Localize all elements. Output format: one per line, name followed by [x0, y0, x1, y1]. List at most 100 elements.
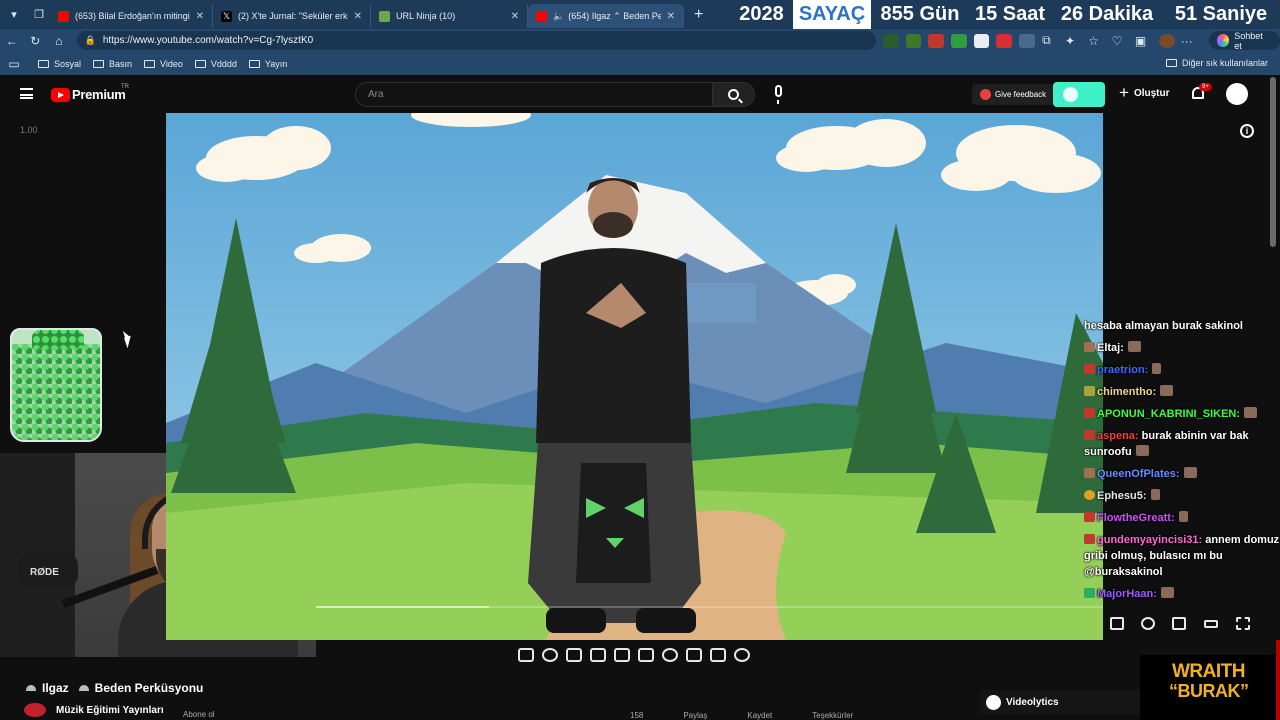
speaker-icon[interactable]: 🔈 — [553, 11, 564, 22]
picture-in-picture-icon[interactable] — [614, 648, 630, 662]
chat-message: QueenOfPlates: — [1083, 466, 1280, 482]
extensions-puzzle-icon[interactable]: ✦ — [1058, 34, 1082, 48]
subscribe-button[interactable]: Abone ol — [183, 710, 215, 719]
bookmark-folder[interactable]: Sosyal — [38, 59, 81, 69]
url-field[interactable]: 🔒 https://www.youtube.com/watch?v=Cg-7ly… — [76, 31, 876, 50]
favorites-star-icon[interactable]: ☆ — [1082, 34, 1106, 48]
videolytics-widget[interactable]: Videolytics — [980, 690, 1140, 714]
theater-mode-icon[interactable] — [1204, 620, 1218, 628]
extension-icon[interactable] — [928, 33, 944, 48]
home-icon[interactable]: ⌂ — [47, 34, 71, 48]
channel-name[interactable]: Müzik Eğitimi Yayınları — [56, 705, 164, 716]
browser-tab-1[interactable]: (653) Bilal Erdoğan'ın mitingine ka ✕ — [50, 4, 213, 28]
extension-icon[interactable] — [996, 33, 1012, 48]
extension-icon[interactable] — [973, 33, 990, 48]
extension-icon[interactable] — [950, 33, 967, 48]
video-title-part: Beden Perküsyonu — [94, 681, 204, 695]
chat-emote-icon — [1178, 511, 1188, 522]
more-menu-icon[interactable]: ··· — [1175, 34, 1199, 48]
video-progress-bar[interactable] — [316, 606, 1103, 608]
browser-tab-2[interactable]: 𝕏 (2) X'te Jurnal: "Seküler erkek ✕ — [213, 4, 371, 28]
extension-icon[interactable] — [1019, 33, 1035, 48]
browser-tab-4-active[interactable]: 🔈 (654) Ilgaz ⌃ Beden Perk ✕ — [528, 4, 684, 28]
split-screen-icon[interactable]: ⧉ — [1035, 33, 1059, 48]
browser-essentials-icon[interactable]: ♡ — [1105, 34, 1129, 48]
videolytics-label: Videolytics — [1006, 696, 1059, 708]
like-button[interactable]: 158 — [630, 711, 643, 720]
video-title-part: Ilgaz — [42, 681, 69, 695]
info-icon[interactable]: i — [1240, 124, 1254, 138]
profile-avatar[interactable] — [1159, 33, 1176, 48]
extension-icon[interactable] — [905, 33, 922, 48]
thanks-button[interactable]: Teşekkürler — [812, 711, 853, 720]
frame-icon[interactable] — [638, 648, 654, 662]
new-tab-button[interactable]: + — [694, 6, 703, 24]
search-input[interactable]: Ara — [355, 82, 713, 107]
screenshot-camera-icon[interactable] — [710, 648, 726, 662]
page-scrollbar[interactable] — [1270, 77, 1276, 247]
search-button[interactable] — [713, 82, 755, 107]
back-arrow-icon[interactable]: ← — [0, 34, 24, 48]
add-to-playlist-icon[interactable] — [686, 648, 702, 662]
settings-gear-icon[interactable] — [1141, 617, 1155, 630]
miniplayer-icon[interactable] — [1172, 617, 1186, 630]
video-player[interactable] — [166, 113, 1103, 640]
site-info-icon[interactable]: 🔒 — [85, 35, 96, 46]
watch-later-icon[interactable] — [566, 648, 582, 662]
workspaces-icon[interactable]: ❐ — [28, 4, 50, 26]
share-button[interactable]: Paylaş — [683, 711, 707, 720]
tab-title: (654) Ilgaz ⌃ Beden Perk — [568, 10, 661, 21]
bookmark-label: Basın — [109, 58, 133, 69]
close-tab-icon[interactable]: ✕ — [354, 11, 362, 22]
chat-emote-icon — [1244, 407, 1258, 418]
notification-count-badge: 9+ — [1199, 83, 1212, 91]
gem-jar-fill — [12, 344, 100, 440]
bookmark-label: Sosyal — [54, 58, 82, 69]
copilot-chat-button[interactable]: Sohbet et — [1208, 31, 1280, 51]
subtitles-icon[interactable] — [1110, 617, 1124, 630]
settings-gear-icon[interactable] — [734, 648, 750, 662]
loop-icon[interactable] — [518, 648, 534, 662]
reading-view-icon[interactable]: ▭ — [2, 57, 26, 71]
extension-toggle-button[interactable] — [1053, 82, 1105, 107]
give-feedback-button[interactable]: Give feedback — [972, 84, 1055, 105]
account-avatar[interactable] — [1226, 83, 1248, 105]
youtube-favicon-icon — [536, 10, 547, 22]
bookmark-folder[interactable]: Yayın — [248, 59, 287, 69]
other-bookmarks[interactable]: Diğer sık kullanılanlar — [1165, 58, 1268, 68]
search-icon — [728, 89, 739, 100]
collections-icon[interactable]: ▣ — [1129, 34, 1153, 48]
tab-menu-chevron-icon[interactable]: ▾ — [3, 4, 25, 26]
bookmark-folder[interactable]: Basın — [93, 59, 132, 69]
chat-badge-icon — [1084, 408, 1095, 418]
create-button[interactable]: + Oluştur — [1119, 84, 1170, 101]
close-tab-icon[interactable]: ✕ — [511, 11, 519, 22]
youtube-logo-icon[interactable] — [51, 88, 70, 102]
chat-emote-icon — [1135, 445, 1149, 456]
chat-username: Ephesu5: — [1097, 490, 1147, 502]
filmstrip-icon[interactable] — [590, 648, 606, 662]
save-button[interactable]: Kaydet — [747, 711, 772, 720]
hamburger-menu-icon[interactable] — [20, 88, 33, 99]
chat-badge-icon — [1084, 512, 1095, 522]
close-tab-icon[interactable]: ✕ — [196, 11, 204, 22]
channel-row[interactable]: Müzik Eğitimi Yayınları — [24, 703, 164, 717]
gem-jar-widget — [10, 328, 102, 442]
extension-icon[interactable] — [882, 33, 899, 48]
audio-boost-icon[interactable] — [542, 648, 558, 662]
chat-badge-icon — [1084, 430, 1095, 440]
browser-tab-3[interactable]: URL Ninja (10) ✕ — [371, 4, 528, 28]
reload-icon[interactable]: ↻ — [24, 34, 48, 48]
chat-message: Eltaj: — [1083, 340, 1280, 356]
close-tab-icon[interactable]: ✕ — [667, 11, 675, 22]
youtube-brand[interactable]: Premium — [72, 87, 126, 102]
speed-gauge-icon[interactable] — [662, 648, 678, 662]
chat-message: FlowtheGreatt: — [1083, 510, 1280, 526]
chat-emote-icon — [1183, 467, 1197, 478]
tab-title: URL Ninja (10) — [396, 11, 456, 21]
bookmark-folder[interactable]: Vdddd — [194, 59, 237, 69]
fullscreen-icon[interactable] — [1236, 617, 1250, 630]
bookmark-folder[interactable]: Video — [144, 59, 183, 69]
channel-avatar[interactable] — [24, 703, 46, 717]
voice-search-mic-icon[interactable] — [775, 85, 782, 104]
